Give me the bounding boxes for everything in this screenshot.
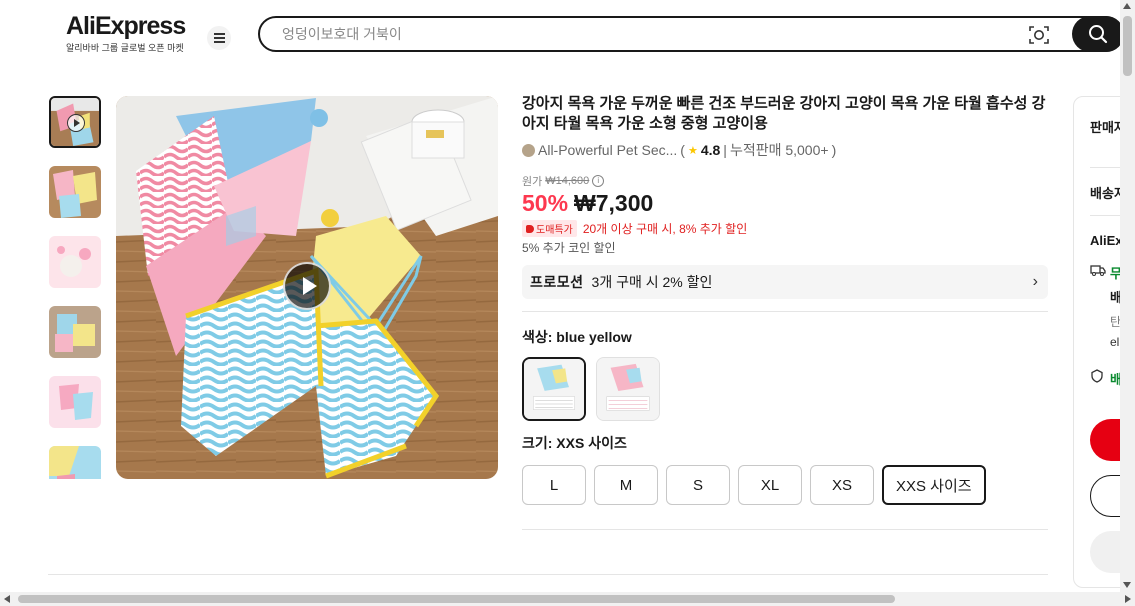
size-options: L M S XL XS XXS 사이즈	[522, 465, 1048, 505]
aliexpress-logo[interactable]: AliExpress 알리바바 그룹 글로벌 오픈 마켓	[66, 12, 196, 54]
star-icon: ★	[687, 144, 698, 157]
thumbnail-list	[48, 96, 104, 479]
scroll-right-icon[interactable]	[1125, 595, 1131, 603]
original-label: 원가	[522, 176, 543, 188]
store-line: All-Powerful Pet Sec... ( ★ 4.8 | 누적판매 5…	[522, 140, 1048, 160]
section-divider	[48, 574, 1048, 575]
size-option-xxs[interactable]: XXS 사이즈	[882, 465, 986, 505]
product-page: AliExpress 알리바바 그룹 글로벌 오픈 마켓 엉덩이보호대 거북이 …	[0, 0, 1135, 606]
separator: |	[723, 142, 727, 158]
product-info: 강아지 목욕 가운 두꺼운 빠른 건조 부드러운 강아지 고양이 목욕 가운 타…	[522, 94, 1048, 530]
thumbnail-image[interactable]	[49, 306, 101, 358]
discount-percent: 50%	[522, 190, 569, 216]
horizontal-scrollbar[interactable]	[0, 592, 1135, 606]
search-button[interactable]	[1072, 16, 1124, 52]
scroll-left-icon[interactable]	[4, 595, 10, 603]
size-option-m[interactable]: M	[594, 465, 658, 505]
promotion-banner[interactable]: 프로모션 3개 구매 시 2% 할인 ›	[522, 265, 1048, 299]
logo-text: AliExpress	[66, 12, 186, 40]
tag-icon	[526, 224, 534, 233]
vertical-scrollbar[interactable]	[1120, 0, 1135, 592]
bulk-badge-label: 도매특가	[536, 225, 573, 236]
store-avatar	[522, 143, 535, 157]
play-video-button[interactable]	[283, 262, 331, 310]
play-icon	[67, 114, 85, 132]
size-label: 크기: XXS 사이즈	[522, 435, 627, 451]
scrollbar-thumb[interactable]	[18, 595, 895, 603]
sale-price: ₩7,300	[574, 190, 654, 216]
bulk-badge: 도매특가	[522, 220, 577, 237]
search-bar	[258, 16, 1124, 52]
product-title: 강아지 목욕 가운 두꺼운 빠른 건조 부드러운 강아지 고양이 목욕 가운 타…	[522, 95, 1046, 132]
scroll-up-icon[interactable]	[1123, 3, 1131, 9]
size-option-l[interactable]: L	[522, 465, 586, 505]
shield-icon	[1091, 369, 1103, 383]
thumbnail-image[interactable]	[49, 446, 101, 479]
coin-discount: 5% 추가 코인 할인	[522, 241, 616, 255]
thumbnail-image[interactable]	[49, 236, 101, 288]
original-price-line: 원가 ₩14,600 i	[522, 173, 1048, 189]
scrollbar-thumb[interactable]	[1123, 16, 1132, 76]
sold-count: 누적판매 5,000+	[729, 142, 829, 158]
main-product-image[interactable]	[116, 96, 498, 479]
promo-text: 3개 구매 시 2% 할인	[591, 274, 713, 290]
logo-subtitle: 알리바바 그룹 글로벌 오픈 마켓	[66, 43, 184, 53]
search-input[interactable]	[282, 18, 982, 50]
paren-open: (	[680, 142, 685, 158]
promo-label: 프로모션	[530, 274, 584, 290]
bulk-discount-line: 도매특가 20개 이상 구매 시, 8% 추가 할인	[522, 220, 1048, 237]
thumbnail-image[interactable]	[49, 166, 101, 218]
size-option-s[interactable]: S	[666, 465, 730, 505]
paren-close: )	[831, 142, 837, 158]
original-price: ₩14,600	[545, 175, 590, 187]
color-label: 색상: blue yellow	[522, 329, 632, 345]
chevron-right-icon: ›	[1032, 273, 1038, 290]
side-sub-2: el	[1110, 335, 1120, 349]
truck-icon	[1090, 265, 1106, 276]
camera-search-icon[interactable]	[1028, 24, 1050, 46]
thumbnail-video[interactable]	[49, 96, 101, 148]
aliexpress-label: AliEx	[1090, 233, 1123, 248]
divider	[522, 529, 1048, 530]
search-icon	[1089, 25, 1108, 44]
color-swatch-blue-yellow[interactable]	[522, 357, 586, 421]
size-option-xl[interactable]: XL	[738, 465, 802, 505]
size-option-xs[interactable]: XS	[810, 465, 874, 505]
price-line: 50% ₩7,300	[522, 190, 1048, 217]
color-swatches	[522, 357, 1048, 421]
rating: 4.8	[700, 142, 721, 158]
scroll-down-icon[interactable]	[1123, 582, 1131, 588]
info-icon[interactable]: i	[592, 175, 605, 187]
color-swatch-pink-blue[interactable]	[596, 357, 660, 421]
store-name[interactable]: All-Powerful Pet Sec...	[538, 142, 677, 158]
thumbnail-image[interactable]	[49, 376, 101, 428]
divider	[522, 311, 1048, 312]
menu-icon[interactable]	[207, 26, 231, 50]
bulk-text: 20개 이상 구매 시, 8% 추가 할인	[582, 222, 748, 236]
